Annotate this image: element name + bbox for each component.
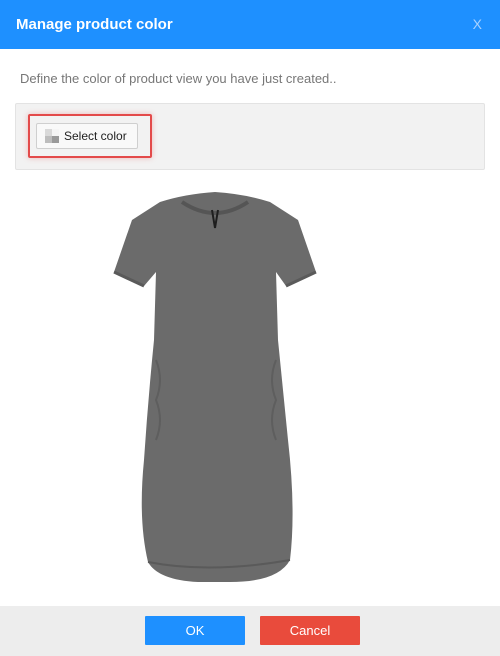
color-toolbar: Select color — [15, 103, 485, 170]
dialog-title-bar: Manage product color X — [0, 0, 500, 49]
highlight-box: Select color — [28, 114, 152, 158]
dialog-description: Define the color of product view you hav… — [20, 71, 337, 86]
dress-shape — [114, 192, 316, 582]
palette-icon — [45, 129, 59, 143]
ok-button[interactable]: OK — [145, 616, 245, 645]
select-color-button[interactable]: Select color — [36, 123, 138, 149]
dialog-footer: OK Cancel — [0, 606, 500, 656]
product-preview-image — [100, 190, 330, 590]
select-color-label: Select color — [64, 129, 127, 143]
cancel-button[interactable]: Cancel — [260, 616, 360, 645]
close-button[interactable]: X — [473, 15, 482, 33]
manage-color-dialog: Manage product color X Define the color … — [0, 0, 500, 656]
dialog-title: Manage product color — [16, 16, 173, 33]
